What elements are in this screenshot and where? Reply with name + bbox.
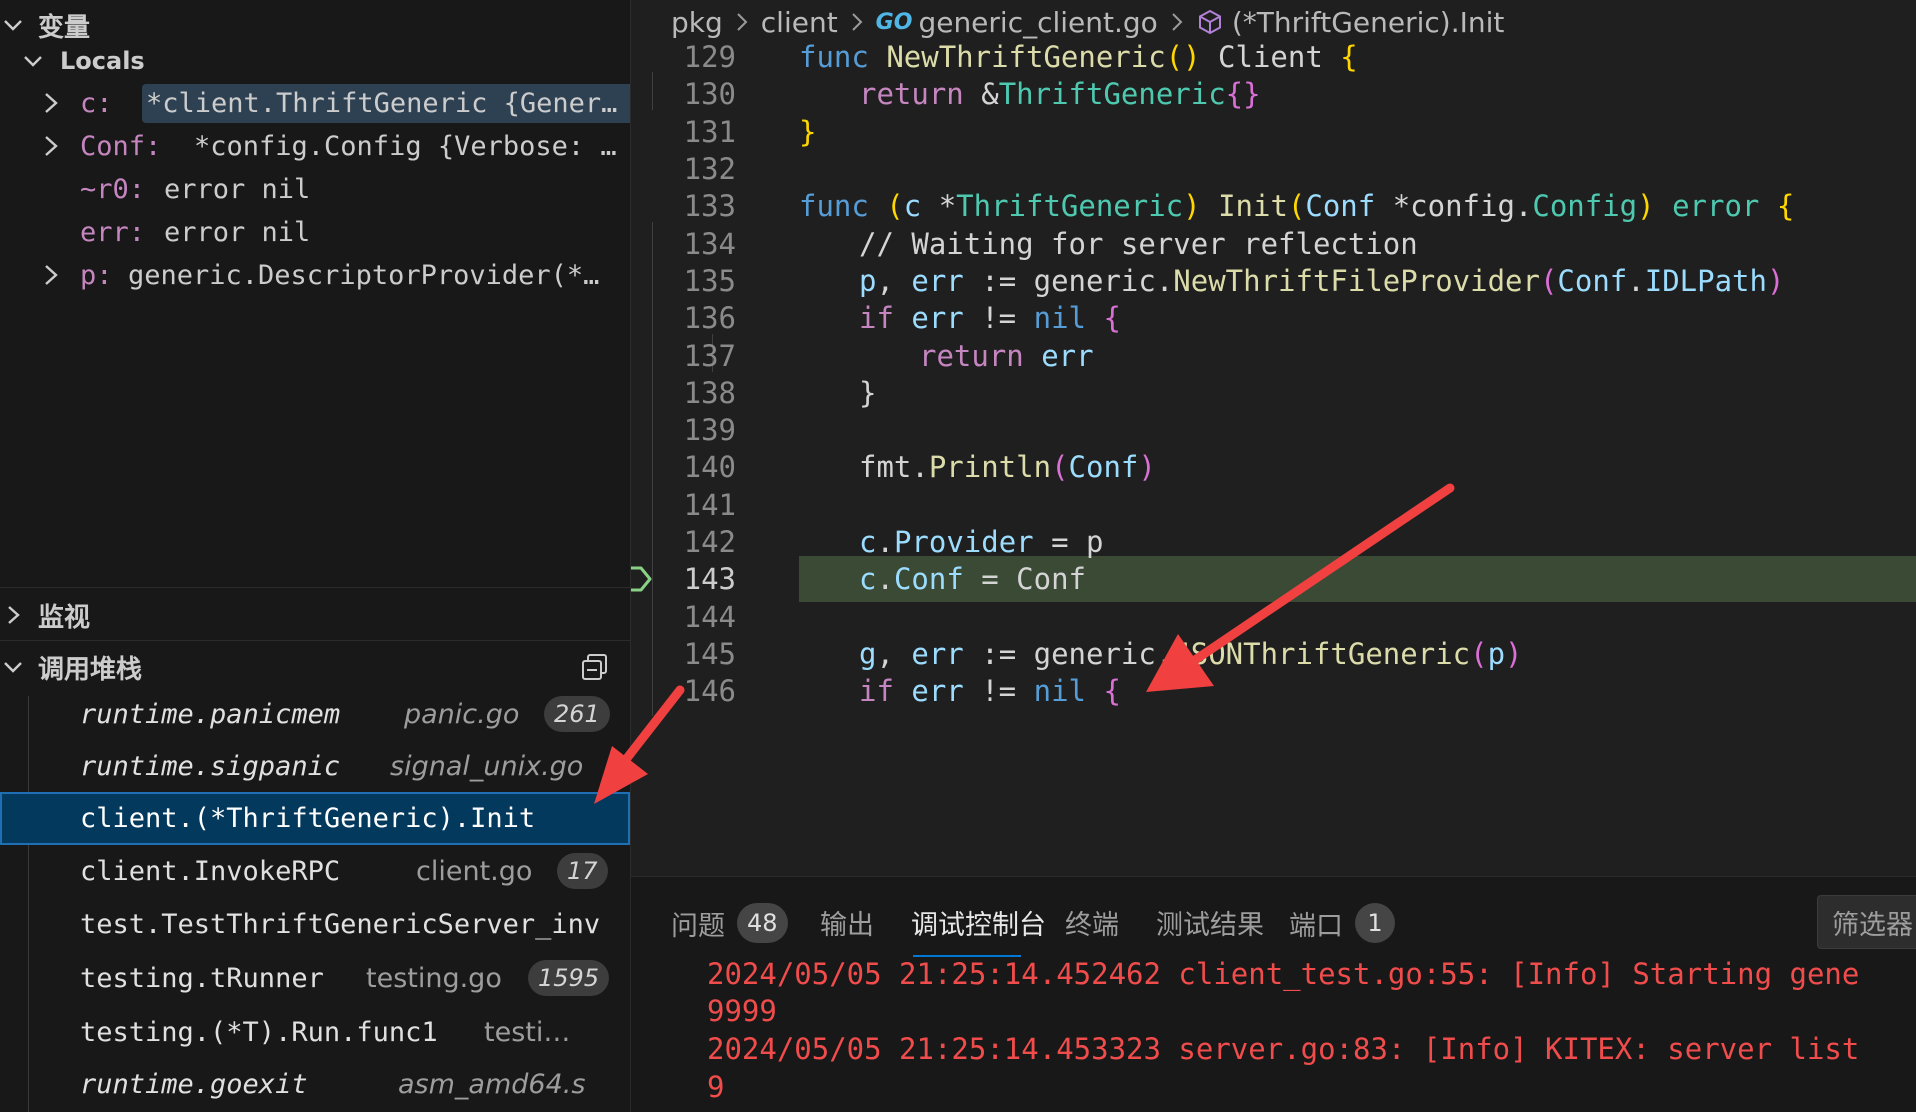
watch-section-header[interactable]: 监视 (0, 590, 630, 640)
variable-name: Conf: (80, 130, 162, 162)
tab-output[interactable]: 输出 (820, 903, 874, 942)
chevron-right-icon (735, 11, 749, 33)
locals-label: Locals (60, 47, 145, 75)
chevron-right-icon[interactable] (40, 90, 64, 116)
variable-name: err: (80, 216, 146, 248)
tab-ports[interactable]: 端口 1 (1289, 903, 1395, 943)
frame-file: client.go (416, 856, 533, 887)
frame-file: testi… (484, 1017, 571, 1048)
tab-debug-console[interactable]: 调试控制台 (911, 903, 1046, 942)
console-line: 9 (707, 1070, 725, 1104)
frame-line-badge: 1595 (528, 960, 610, 996)
console-line: 9999 (707, 994, 777, 1028)
problems-count-badge: 48 (737, 903, 788, 943)
tab-terminal[interactable]: 终端 (1065, 903, 1119, 942)
stack-frame[interactable]: runtime.panicmem panic.go 261 (0, 688, 630, 741)
section-divider (0, 640, 630, 641)
frame-function: runtime.sigpanic (80, 751, 341, 782)
filter-input[interactable]: 筛选器 (1817, 895, 1916, 949)
chevron-right-icon (850, 11, 864, 33)
variable-value: generic.DescriptorProvider(*… (128, 259, 600, 291)
watch-title: 监视 (38, 602, 91, 633)
variable-value: *client.ThriftGeneric {Gener… (142, 83, 630, 123)
chevron-right-icon (2, 603, 28, 627)
frame-file: testing.go (366, 963, 502, 994)
variable-name: c: (80, 87, 113, 119)
variable-value: *config.Config {Verbose: … (194, 130, 617, 162)
frame-function: runtime.panicmem (80, 699, 341, 730)
ports-count-badge: 1 (1355, 903, 1395, 943)
frame-function: testing.tRunner (80, 963, 324, 994)
breakpoint-arrow-icon[interactable] (631, 563, 655, 599)
collapse-all-icon[interactable] (580, 652, 610, 689)
tab-problems[interactable]: 问题 48 (671, 903, 788, 943)
callstack-section-header[interactable]: 调用堆栈 (0, 642, 630, 692)
frame-function: client.InvokeRPC (80, 856, 341, 887)
frame-function: client.(*ThriftGeneric).Init (80, 803, 536, 834)
stack-frame[interactable]: testing.(*T).Run.func1 testi… (0, 1006, 630, 1059)
stack-frame-selected[interactable]: client.(*ThriftGeneric).Init (0, 792, 630, 845)
console-line: 2024/05/05 21:25:14.453323 server.go:83:… (707, 1032, 1860, 1066)
frame-file: signal_unix.go (390, 751, 584, 782)
chevron-right-icon[interactable] (40, 262, 64, 288)
vscode-debug-window: 变量 Locals c: *client.ThriftGeneric {Gene… (0, 0, 1916, 1112)
code-line[interactable]: 147 (631, 706, 1916, 716)
variable-value: error nil (164, 173, 311, 205)
method-cube-icon (1196, 8, 1224, 36)
callstack-title: 调用堆栈 (38, 654, 143, 685)
stack-frame[interactable]: runtime.goexit asm_amd64.s (0, 1058, 630, 1111)
chevron-right-icon[interactable] (40, 133, 64, 159)
variable-name: ~r0: (80, 173, 146, 205)
go-file-icon: GO (875, 9, 913, 35)
debug-sidebar: 变量 Locals c: *client.ThriftGeneric {Gene… (0, 0, 631, 1112)
frame-function: testing.(*T).Run.func1 (80, 1017, 438, 1048)
chevron-right-icon (1170, 11, 1184, 33)
stack-frame[interactable]: client.InvokeRPC client.go 17 (0, 845, 630, 898)
frame-function: test.TestThriftGenericServer_inv (80, 909, 601, 940)
chevron-down-icon (2, 14, 28, 36)
code-editor[interactable]: pkg client GO generic_client.go (*Thrift… (631, 0, 1916, 876)
chevron-down-icon (2, 656, 28, 678)
bottom-panel: 问题 48 输出 调试控制台 终端 测试结果 端口 1 筛选器 2024/05/… (631, 876, 1916, 1112)
variable-value: error nil (164, 216, 311, 248)
stack-frame[interactable]: runtime.sigpanic signal_unix.go (0, 740, 630, 793)
frame-line-badge: 17 (557, 853, 608, 889)
stack-frame[interactable]: testing.tRunner testing.go 1595 (0, 952, 630, 1005)
chevron-down-icon (22, 50, 48, 72)
variable-row-p[interactable]: p: generic.DescriptorProvider(*… (0, 250, 630, 300)
frame-file: asm_amd64.s (398, 1069, 586, 1100)
panel-tabs: 问题 48 输出 调试控制台 终端 测试结果 端口 1 筛选器 (631, 877, 1916, 967)
section-divider (0, 587, 630, 588)
frame-file: panic.go (404, 699, 520, 730)
variable-name: p: (80, 259, 113, 291)
console-line: 2024/05/05 21:25:14.452462 client_test.g… (707, 957, 1860, 991)
frame-line-badge: 261 (544, 696, 610, 732)
tab-test-results[interactable]: 测试结果 (1156, 903, 1264, 942)
stack-frame[interactable]: test.TestThriftGenericServer_inv (0, 898, 630, 951)
frame-function: runtime.goexit (80, 1069, 308, 1100)
